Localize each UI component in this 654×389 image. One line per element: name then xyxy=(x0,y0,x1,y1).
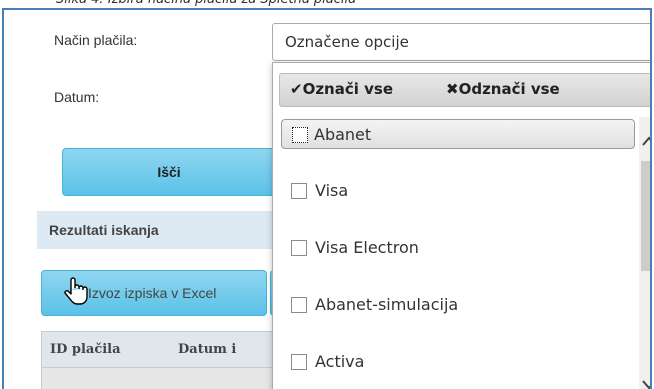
checkbox[interactable] xyxy=(291,354,307,370)
date-label: Datum: xyxy=(54,89,100,105)
checkbox[interactable] xyxy=(291,297,307,313)
results-header: Rezultati iskanja xyxy=(37,211,297,249)
figure-caption: Slika 4: Izbira načina plačila za Spletn… xyxy=(56,0,356,8)
select-value: Označene opcije xyxy=(285,33,409,51)
payment-method-label: Način plačila: xyxy=(54,32,138,48)
scroll-thumb[interactable] xyxy=(641,161,650,271)
search-button[interactable]: Išči xyxy=(62,148,276,196)
payment-method-select[interactable]: Označene opcije ⇕ xyxy=(272,23,650,61)
dropdown-option-visa-electron[interactable]: Visa Electron xyxy=(281,233,635,263)
checkbox[interactable] xyxy=(292,127,308,143)
dropdown-option-abanet-simulacija[interactable]: Abanet-simulacija xyxy=(281,290,635,320)
checkbox[interactable] xyxy=(291,183,307,199)
scroll-down-icon[interactable] xyxy=(641,379,652,389)
column-header-payment-id[interactable]: ID plačila xyxy=(50,342,121,357)
payment-search-panel: Način plačila: Datum: Išči Rezultati isk… xyxy=(2,8,652,389)
column-header-date[interactable]: Datum i xyxy=(178,342,236,357)
hand-cursor-icon xyxy=(64,277,88,305)
dropdown-option-abanet[interactable]: Abanet xyxy=(281,119,635,149)
payment-method-dropdown: ✔Označi vse ✖Odznači vse Abanet Visa Vis… xyxy=(272,62,652,389)
dropdown-option-visa[interactable]: Visa xyxy=(281,176,635,206)
scroll-up-icon[interactable] xyxy=(641,135,652,147)
dropdown-scrollbar[interactable] xyxy=(639,117,652,389)
uncheck-all-button[interactable]: ✖Odznači vse xyxy=(446,80,560,98)
results-table-body xyxy=(41,368,291,389)
checkbox[interactable] xyxy=(291,240,307,256)
dropdown-option-activa[interactable]: Activa xyxy=(281,347,635,377)
results-table-header: ID plačila Datum i xyxy=(41,331,291,368)
check-all-button[interactable]: ✔Označi vse xyxy=(290,80,393,98)
dropdown-header: ✔Označi vse ✖Odznači vse xyxy=(279,73,650,107)
